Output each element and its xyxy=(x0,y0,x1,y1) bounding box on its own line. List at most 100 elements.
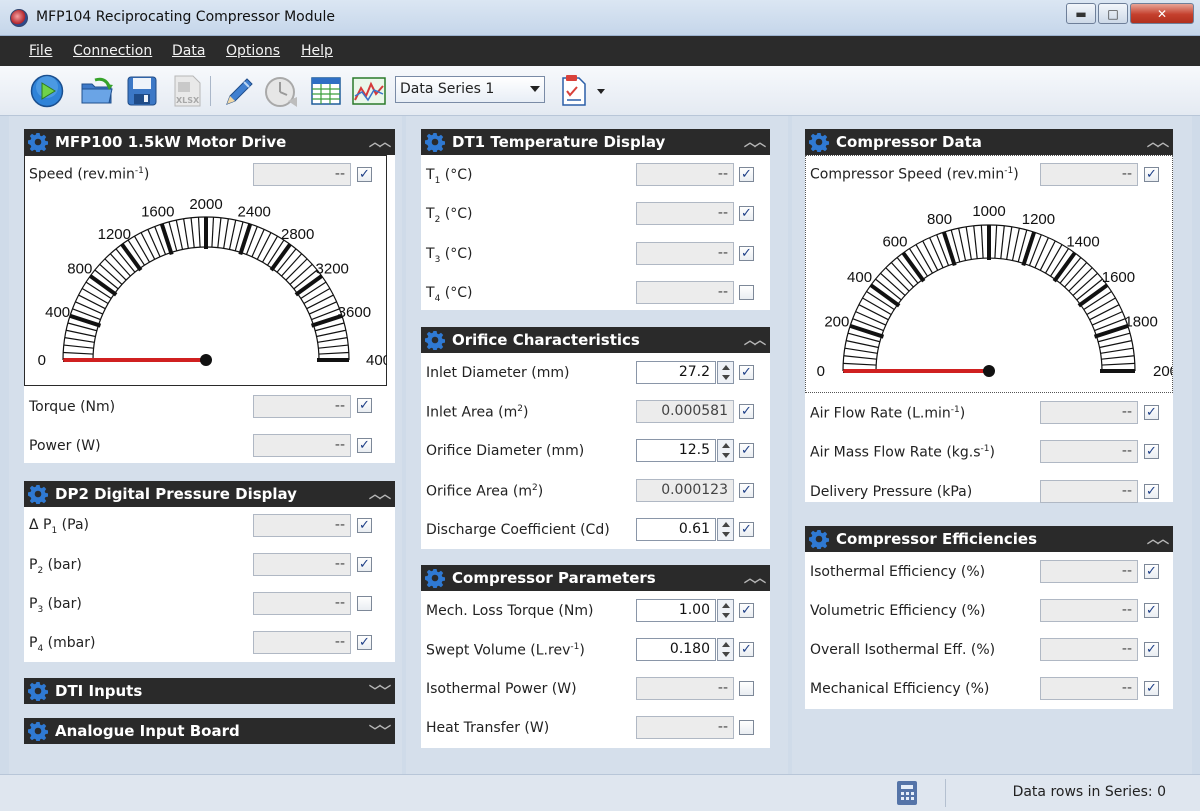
edit-button[interactable] xyxy=(220,73,256,109)
compressor-gauge-tick xyxy=(980,225,984,259)
orifice-header[interactable]: Orifice Characteristics ︿︿ xyxy=(421,327,770,353)
dp2-row-checkbox[interactable]: ✓ xyxy=(357,635,372,650)
dp2-row-checkbox[interactable] xyxy=(357,596,372,611)
dp2-row-checkbox[interactable]: ✓ xyxy=(357,518,372,533)
orifice-diameter-input[interactable]: 12.5 xyxy=(636,439,716,462)
compressor-gauge-tick xyxy=(929,237,944,269)
compressor-speed-checkbox[interactable]: ✓ xyxy=(1144,167,1159,182)
inlet-diameter-stepper[interactable] xyxy=(717,361,734,384)
menu-connection[interactable]: Connection xyxy=(73,43,152,59)
timer-button[interactable] xyxy=(263,73,299,109)
menu-data[interactable]: Data xyxy=(172,43,205,59)
delivery-pressure-value: -- xyxy=(1040,480,1138,503)
motor-gauge-tick xyxy=(99,263,123,285)
compressor-data-header[interactable]: Compressor Data ︿︿ xyxy=(805,129,1173,155)
inlet-area-checkbox[interactable]: ✓ xyxy=(739,404,754,419)
mech-loss-input[interactable]: 1.00 xyxy=(636,599,716,622)
motor-drive-header[interactable]: MFP100 1.5kW Motor Drive ︿︿ xyxy=(24,129,395,155)
torque-value: -- xyxy=(253,395,351,418)
inlet-diameter-input[interactable]: 27.2 xyxy=(636,361,716,384)
chevron-up-icon: ︿︿ xyxy=(368,487,391,501)
inlet-diameter-checkbox[interactable]: ✓ xyxy=(739,365,754,380)
analogue-input-title: Analogue Input Board xyxy=(55,722,240,740)
analogue-input-header[interactable]: Analogue Input Board ﹀﹀ xyxy=(24,718,395,744)
efficiency-checkbox[interactable]: ✓ xyxy=(1144,642,1159,657)
status-bar: Data rows in Series: 0 xyxy=(0,774,1200,811)
close-button[interactable]: ✕ xyxy=(1130,3,1194,24)
dt1-row-label: T2 (°C) xyxy=(426,206,473,225)
mech-loss-checkbox[interactable]: ✓ xyxy=(739,603,754,618)
power-checkbox[interactable]: ✓ xyxy=(357,438,372,453)
dp2-header[interactable]: DP2 Digital Pressure Display ︿︿ xyxy=(24,481,395,507)
compressor-efficiencies-header[interactable]: Compressor Efficiencies ︿︿ xyxy=(805,526,1173,552)
title-bar: MFP104 Reciprocating Compressor Module ▬… xyxy=(0,0,1200,36)
compressor-params-header[interactable]: Compressor Parameters ︿︿ xyxy=(421,565,770,591)
compressor-gauge-tick xyxy=(922,240,939,271)
dt1-row-value: -- xyxy=(636,202,734,225)
air-mass-flow-value: -- xyxy=(1040,440,1138,463)
timer-icon xyxy=(265,77,297,107)
compressor-gauge-tick xyxy=(862,297,892,316)
mech-loss-stepper[interactable] xyxy=(717,599,734,622)
menu-file[interactable]: File xyxy=(29,43,52,59)
torque-checkbox[interactable]: ✓ xyxy=(357,398,372,413)
motor-gauge-tick xyxy=(89,274,118,297)
minimize-button[interactable]: ▬ xyxy=(1066,3,1096,24)
save-button[interactable] xyxy=(124,73,160,109)
efficiency-label: Isothermal Efficiency (%) xyxy=(810,564,986,580)
speed-checkbox[interactable]: ✓ xyxy=(357,167,372,182)
compressor-gauge-tick xyxy=(1100,347,1134,354)
export-xlsx-button[interactable]: XLSX xyxy=(169,73,205,109)
dt1-row-checkbox[interactable]: ✓ xyxy=(739,206,754,221)
efficiency-checkbox[interactable]: ✓ xyxy=(1144,603,1159,618)
compressor-gauge-needle-hub xyxy=(983,365,995,377)
motor-gauge-tick-label: 3600 xyxy=(338,304,371,321)
discharge-coefficient-input[interactable]: 0.61 xyxy=(636,518,716,541)
swept-volume-input[interactable]: 0.180 xyxy=(636,638,716,661)
swept-volume-checkbox[interactable]: ✓ xyxy=(739,642,754,657)
menu-help[interactable]: Help xyxy=(301,43,333,59)
dp2-row-checkbox[interactable]: ✓ xyxy=(357,557,372,572)
orifice-diameter-stepper[interactable] xyxy=(717,439,734,462)
air-flow-checkbox[interactable]: ✓ xyxy=(1144,405,1159,420)
menu-options[interactable]: Options xyxy=(226,43,280,59)
dt1-row-checkbox[interactable]: ✓ xyxy=(739,167,754,182)
compressor-gauge-tick xyxy=(855,311,887,326)
open-folder-icon xyxy=(81,77,113,104)
svg-text:XLSX: XLSX xyxy=(176,96,200,105)
graph-button[interactable] xyxy=(351,73,387,109)
compressor-gauge-tick xyxy=(1034,237,1049,269)
motor-gauge-arc-inner xyxy=(92,246,320,361)
maximize-button[interactable]: □ xyxy=(1098,3,1128,24)
run-button[interactable] xyxy=(29,73,65,109)
compressor-speed-value: -- xyxy=(1040,163,1138,186)
swept-volume-stepper[interactable] xyxy=(717,638,734,661)
open-button[interactable] xyxy=(79,73,115,109)
dti-inputs-header[interactable]: DTI Inputs ﹀﹀ xyxy=(24,678,395,704)
dt1-row-checkbox[interactable]: ✓ xyxy=(739,246,754,261)
efficiency-checkbox[interactable]: ✓ xyxy=(1144,564,1159,579)
efficiency-checkbox[interactable]: ✓ xyxy=(1144,681,1159,696)
report-dropdown-arrow[interactable] xyxy=(597,89,605,94)
dp2-row-value: -- xyxy=(253,514,351,537)
dp2-title: DP2 Digital Pressure Display xyxy=(55,485,297,503)
dt1-header[interactable]: DT1 Temperature Display ︿︿ xyxy=(421,129,770,155)
isothermal-power-checkbox[interactable] xyxy=(739,681,754,696)
app-icon xyxy=(10,9,28,27)
torque-label: Torque (Nm) xyxy=(29,399,116,415)
table-button[interactable] xyxy=(308,73,344,109)
discharge-coefficient-checkbox[interactable]: ✓ xyxy=(739,522,754,537)
export-xlsx-icon: XLSX xyxy=(174,75,201,107)
heat-transfer-checkbox[interactable] xyxy=(739,720,754,735)
discharge-coefficient-stepper[interactable] xyxy=(717,518,734,541)
report-button[interactable] xyxy=(556,73,592,109)
run-icon xyxy=(30,74,64,108)
delivery-pressure-checkbox[interactable]: ✓ xyxy=(1144,484,1159,499)
compressor-gauge-tick xyxy=(1068,267,1093,292)
orifice-diameter-checkbox[interactable]: ✓ xyxy=(739,443,754,458)
data-series-select[interactable]: Data Series 1 xyxy=(395,76,545,103)
air-mass-flow-checkbox[interactable]: ✓ xyxy=(1144,444,1159,459)
orifice-area-checkbox[interactable]: ✓ xyxy=(739,483,754,498)
dt1-row-checkbox[interactable] xyxy=(739,285,754,300)
dt1-row-label: T1 (°C) xyxy=(426,167,473,186)
